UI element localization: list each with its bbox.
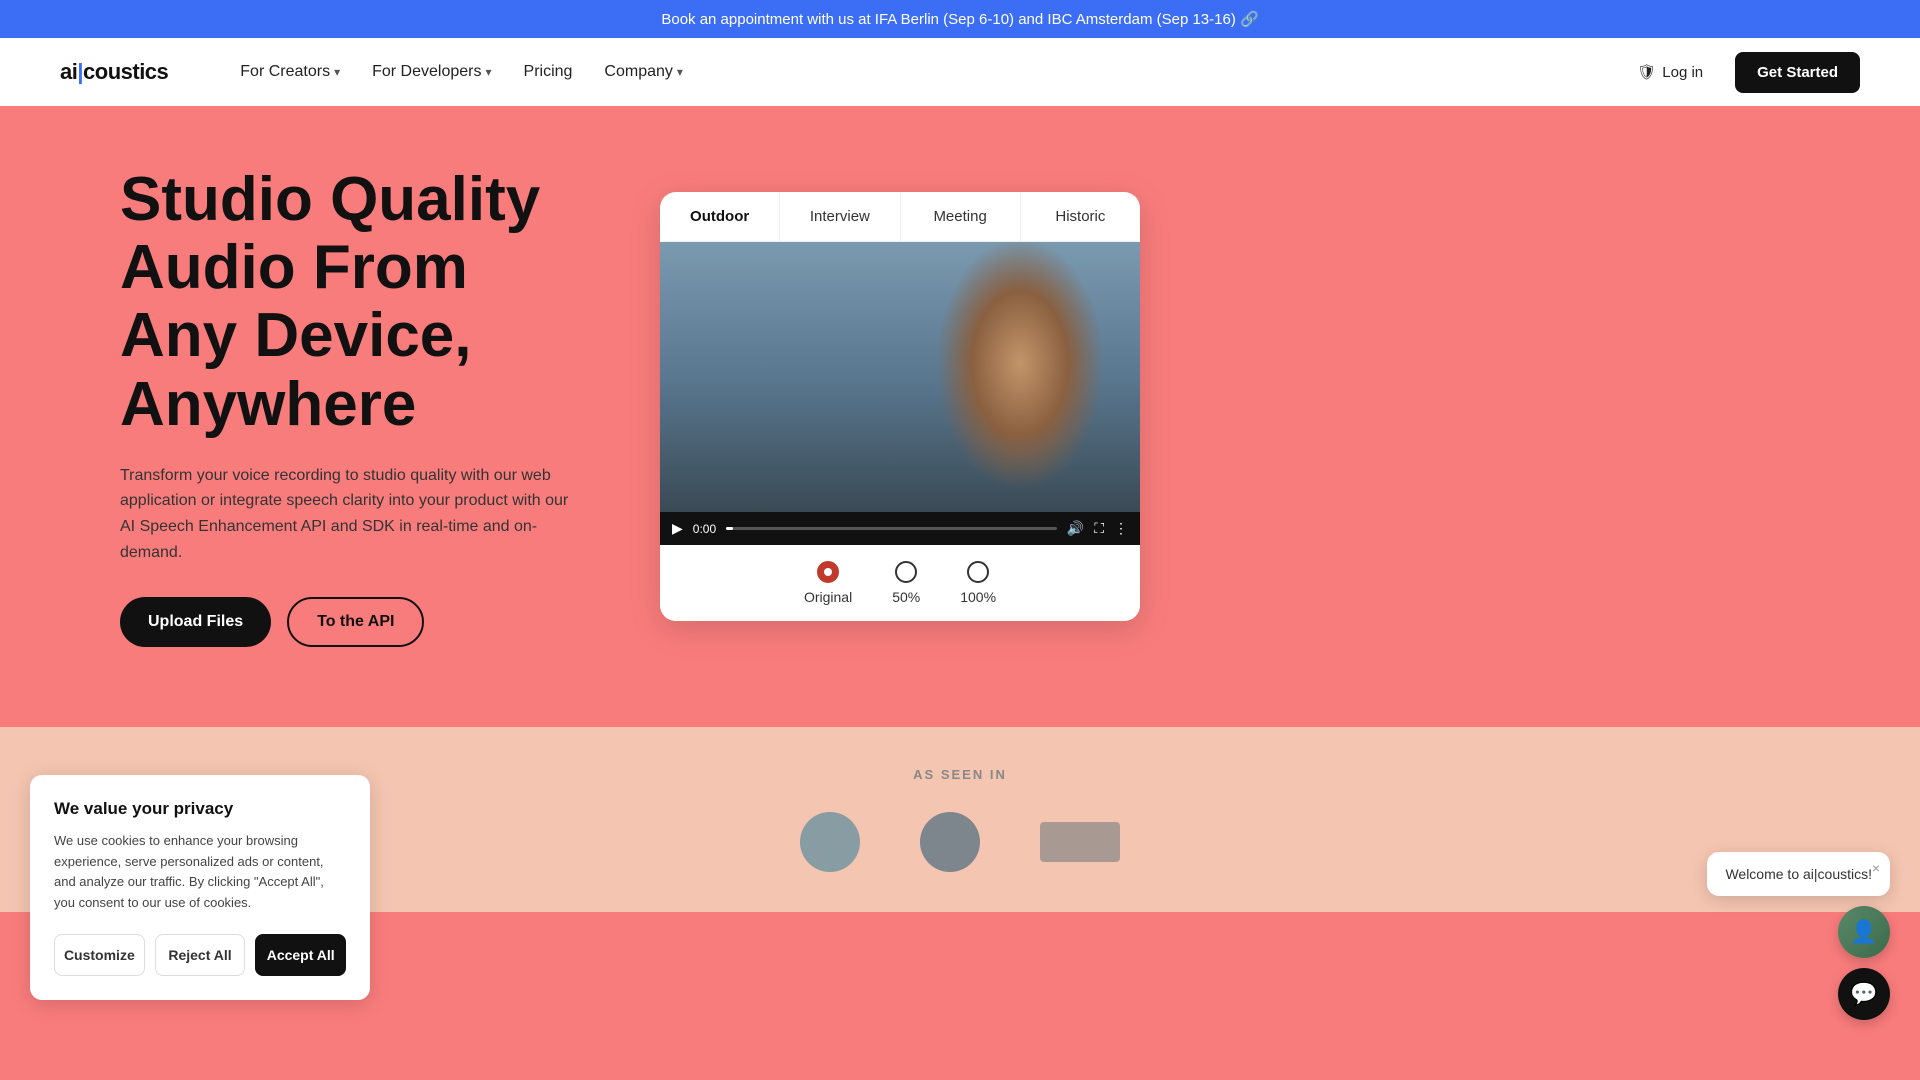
- radio-100[interactable]: 100%: [960, 561, 996, 605]
- to-api-button[interactable]: To the API: [287, 597, 424, 647]
- hero-description: Transform your voice recording to studio…: [120, 463, 580, 565]
- video-tabs: Outdoor Interview Meeting Historic: [660, 192, 1140, 242]
- video-frame: [660, 242, 1140, 512]
- radio-label-100: 100%: [960, 589, 996, 605]
- video-player[interactable]: [660, 242, 1140, 512]
- cookie-banner: We value your privacy We use cookies to …: [30, 775, 370, 1000]
- accept-all-button[interactable]: Accept All: [255, 934, 346, 976]
- nav-company[interactable]: Company ▾: [592, 55, 695, 89]
- radio-50[interactable]: 50%: [892, 561, 920, 605]
- progress-fill: [726, 527, 733, 530]
- close-icon[interactable]: ×: [1872, 860, 1880, 876]
- video-time: 0:00: [693, 522, 716, 536]
- chat-welcome-text: Welcome to ai|coustics!: [1725, 866, 1872, 882]
- fullscreen-icon[interactable]: ⛶: [1094, 520, 1104, 537]
- chat-open-button[interactable]: 💬: [1838, 968, 1890, 1020]
- play-button[interactable]: ▶: [672, 520, 683, 537]
- video-card-container: Outdoor Interview Meeting Historic ▶ 0:0…: [660, 192, 1140, 621]
- chevron-down-icon: ▾: [485, 65, 491, 79]
- nav-for-creators[interactable]: For Creators ▾: [228, 55, 352, 89]
- chat-widget: × Welcome to ai|coustics! 👤 💬: [1707, 852, 1890, 1020]
- more-options-icon[interactable]: ⋮: [1114, 520, 1128, 537]
- radio-original[interactable]: Original: [804, 561, 852, 605]
- announcement-text: Book an appointment with us at IFA Berli…: [661, 11, 1258, 28]
- radio-circle-100: [967, 561, 989, 583]
- nav-links: For Creators ▾ For Developers ▾ Pricing …: [228, 55, 1581, 89]
- upload-files-button[interactable]: Upload Files: [120, 597, 271, 647]
- video-controls: ▶ 0:00 🔊 ⛶ ⋮: [660, 512, 1140, 545]
- tab-outdoor[interactable]: Outdoor: [660, 192, 780, 241]
- nav-right: 🛡 Log in Get Started: [1621, 52, 1860, 93]
- hero-title: Studio Quality Audio From Any Device, An…: [120, 166, 580, 439]
- announcement-bar: Book an appointment with us at IFA Berli…: [0, 0, 1920, 38]
- progress-bar[interactable]: [726, 527, 1057, 530]
- nav-for-developers[interactable]: For Developers ▾: [360, 55, 503, 89]
- audio-options: Original 50% 100%: [660, 545, 1140, 621]
- as-seen-in-label: AS SEEN IN: [120, 767, 1800, 782]
- logo-1: [800, 812, 860, 872]
- hero-buttons: Upload Files To the API: [120, 597, 580, 647]
- reject-all-button[interactable]: Reject All: [155, 934, 246, 976]
- hero-content: Studio Quality Audio From Any Device, An…: [120, 166, 580, 647]
- shield-icon: 🛡: [1637, 63, 1656, 81]
- video-card: Outdoor Interview Meeting Historic ▶ 0:0…: [660, 192, 1140, 621]
- radio-circle-50: [895, 561, 917, 583]
- cookie-buttons: Customize Reject All Accept All: [54, 934, 346, 976]
- logos-row: [120, 812, 1800, 872]
- chevron-down-icon: ▾: [334, 65, 340, 79]
- avatar-image: 👤: [1850, 919, 1877, 945]
- tab-meeting[interactable]: Meeting: [901, 192, 1021, 241]
- chat-avatar[interactable]: 👤: [1838, 906, 1890, 958]
- volume-icon[interactable]: 🔊: [1067, 520, 1084, 537]
- chat-icon: 💬: [1850, 981, 1877, 1007]
- logo-2: [920, 812, 980, 872]
- customize-button[interactable]: Customize: [54, 934, 145, 976]
- video-control-icons: 🔊 ⛶ ⋮: [1067, 520, 1128, 537]
- navigation: ai|coustics For Creators ▾ For Developer…: [0, 38, 1920, 106]
- chevron-down-icon: ▾: [677, 65, 683, 79]
- cookie-text: We use cookies to enhance your browsing …: [54, 831, 346, 914]
- radio-circle-original: [817, 561, 839, 583]
- tab-interview[interactable]: Interview: [780, 192, 900, 241]
- logo[interactable]: ai|coustics: [60, 59, 168, 85]
- radio-label-50: 50%: [892, 589, 920, 605]
- radio-label-original: Original: [804, 589, 852, 605]
- cookie-title: We value your privacy: [54, 799, 346, 819]
- get-started-button[interactable]: Get Started: [1735, 52, 1860, 93]
- nav-pricing[interactable]: Pricing: [512, 55, 585, 89]
- chat-welcome-bubble: × Welcome to ai|coustics!: [1707, 852, 1890, 896]
- tab-historic[interactable]: Historic: [1021, 192, 1140, 241]
- hero-section: Studio Quality Audio From Any Device, An…: [0, 106, 1920, 727]
- login-button[interactable]: 🛡 Log in: [1621, 55, 1719, 89]
- logo-3: [1040, 822, 1120, 862]
